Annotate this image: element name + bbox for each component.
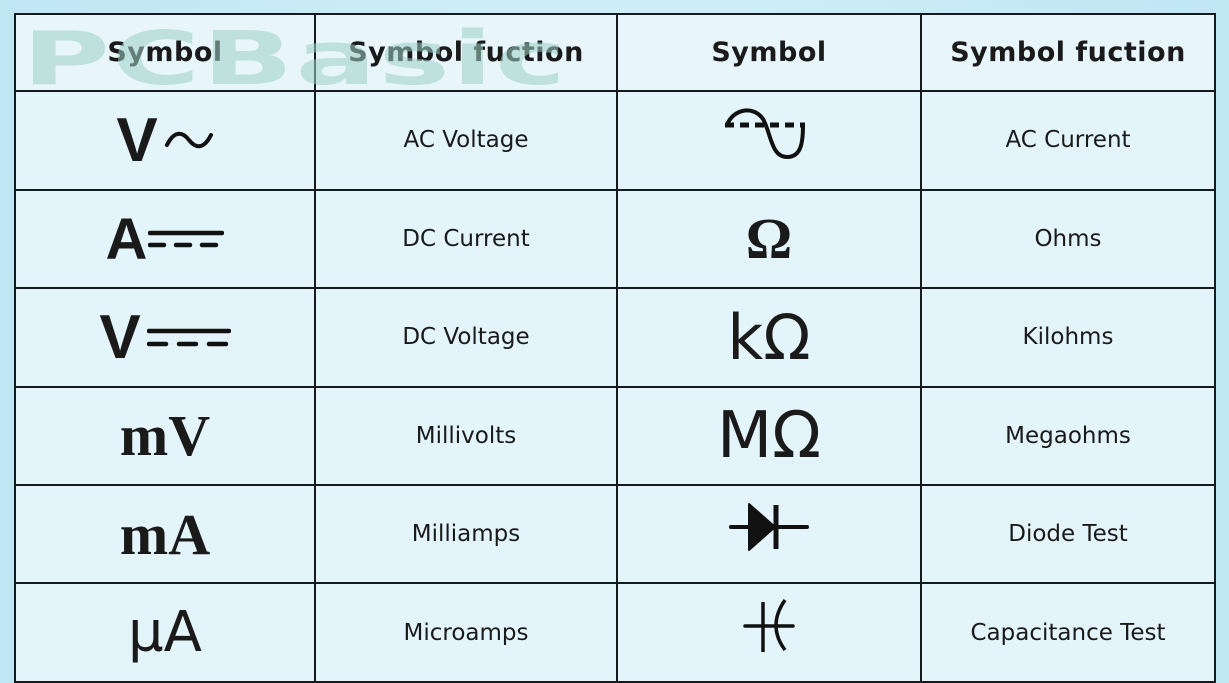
symbol-text: mV	[119, 403, 211, 469]
header-row: Symbol Symbol fuction Symbol Symbol fuct…	[14, 12, 1216, 93]
ac-current-sine-icon	[725, 108, 805, 160]
header-symbol: Symbol	[14, 12, 316, 93]
symbol-cell: kΩ	[616, 287, 922, 388]
symbol-cell: V	[14, 90, 316, 191]
header-symbol-function: Symbol fuction	[920, 12, 1216, 93]
symbol-text: µA	[128, 600, 202, 666]
header-symbol: Symbol	[616, 12, 922, 93]
function-cell: AC Current	[920, 90, 1216, 191]
function-cell: Microamps	[314, 582, 618, 683]
symbol-cell: A	[14, 188, 316, 290]
symbol-cell: Ω	[616, 188, 922, 290]
capacitor-icon	[743, 598, 795, 652]
multimeter-symbols-table: Symbol Symbol fuction Symbol Symbol fuct…	[14, 12, 1216, 683]
symbol-text: A	[105, 206, 148, 272]
function-cell: Capacitance Test	[920, 582, 1216, 683]
table-row: µA Microamps Capacitance Test	[14, 582, 1216, 683]
function-cell: Milliamps	[314, 484, 618, 585]
table-row: mV Millivolts MΩ Megaohms	[14, 385, 1216, 487]
symbol-cell: mA	[14, 484, 316, 585]
symbol-cell	[616, 582, 922, 683]
symbol-text: mA	[119, 501, 211, 567]
function-cell: Ohms	[920, 188, 1216, 290]
symbol-text: kΩ	[727, 300, 811, 374]
diode-icon	[729, 503, 809, 552]
symbol-text: MΩ	[716, 398, 822, 473]
symbol-text: V	[99, 302, 141, 372]
symbol-cell: MΩ	[616, 385, 922, 487]
function-cell: AC Voltage	[314, 90, 618, 191]
symbol-cell: V	[14, 287, 316, 388]
symbol-cell	[616, 90, 922, 191]
symbol-cell: mV	[14, 385, 316, 487]
function-cell: DC Current	[314, 188, 618, 290]
header-symbol-function: Symbol fuction	[314, 12, 618, 93]
table-row: A DC Current Ω Ohms	[14, 188, 1216, 290]
table-row: V DC Voltage kΩ Kilohms	[14, 287, 1216, 388]
symbol-cell	[616, 484, 922, 585]
table-row: V AC Voltage AC Current	[14, 90, 1216, 191]
ac-tilde-icon	[164, 132, 213, 149]
function-cell: DC Voltage	[314, 287, 618, 388]
symbol-text: V	[116, 105, 158, 175]
function-cell: Megaohms	[920, 385, 1216, 487]
function-cell: Diode Test	[920, 484, 1216, 585]
symbol-text: Ω	[745, 206, 793, 272]
function-cell: Millivolts	[314, 385, 618, 487]
function-cell: Kilohms	[920, 287, 1216, 388]
dc-lines-icon	[146, 329, 231, 347]
symbol-cell: µA	[14, 582, 316, 683]
dc-lines-icon	[148, 231, 225, 248]
table-row: mA Milliamps Diode Test	[14, 484, 1216, 585]
